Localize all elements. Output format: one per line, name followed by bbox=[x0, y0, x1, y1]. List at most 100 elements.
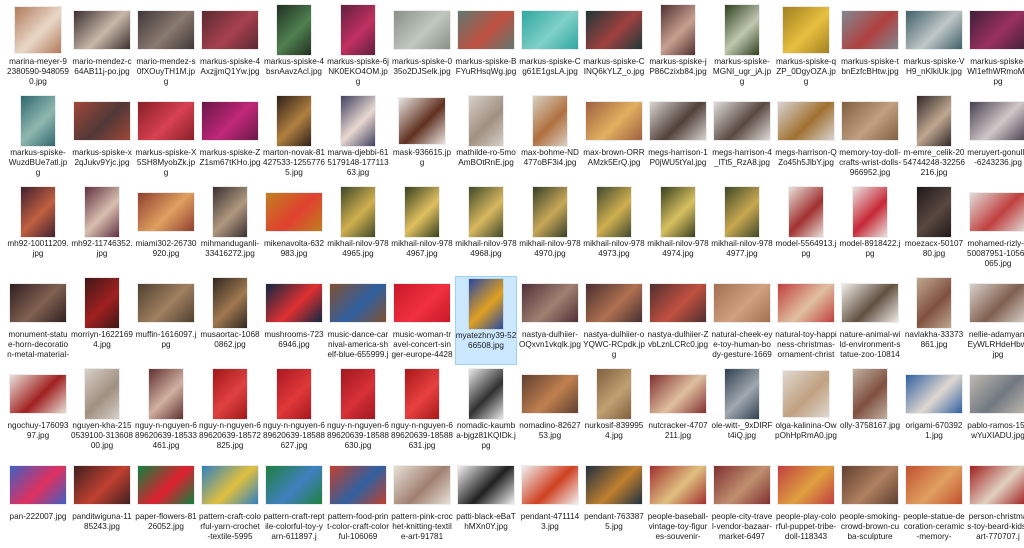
file-item[interactable]: megs-harrison-1P0jWU5tYal.jpg bbox=[647, 94, 709, 183]
file-item[interactable]: mikhail-nilov-9784968.jpg bbox=[455, 185, 517, 274]
file-item[interactable]: markus-spiske-tbnEzfcBHtw.jpg bbox=[839, 3, 901, 92]
file-item[interactable]: nellie-adamyan-EyWLRHdeHbw.jpg bbox=[967, 276, 1024, 365]
file-item[interactable]: miami302-26730920.jpg bbox=[135, 185, 197, 274]
file-item[interactable]: ngochuy-17609397.jpg bbox=[7, 367, 69, 456]
file-item[interactable]: markus-spiske-WuzdBUe7atl.jpg bbox=[7, 94, 69, 183]
thumbnail-frame bbox=[969, 4, 1024, 56]
file-item[interactable]: myatezhny39-5266508.jpg bbox=[455, 276, 517, 365]
file-item[interactable]: markus-spiske-ZZ1sm67tKHo.jpg bbox=[199, 94, 261, 183]
file-item[interactable]: natural-cheek-eye-toy-human-body-gesture… bbox=[711, 276, 773, 365]
file-item[interactable]: pattern-pink-crochet-knitting-textile-ar… bbox=[391, 458, 453, 547]
file-item[interactable]: megs-harrison-4_lTt5_RzA8.jpg bbox=[711, 94, 773, 183]
file-item[interactable]: markus-spiske-4bsnAavzAcl.jpg bbox=[263, 3, 325, 92]
file-item[interactable]: markus-spiske-Wl1efhWRmoM.jpg bbox=[967, 3, 1024, 92]
file-item[interactable]: markus-spiske-VH9_nKlkiUk.jpg bbox=[903, 3, 965, 92]
file-item[interactable]: olga-kalinina-OwpOhHpRmA0.jpg bbox=[775, 367, 837, 456]
file-item[interactable]: people-statue-decoration-ceramic-memory- bbox=[903, 458, 965, 547]
file-item[interactable]: nguyen-kha-2150539100-31360800.jpg bbox=[71, 367, 133, 456]
file-item[interactable]: markus-spiske-jP86Czixb84.jpg bbox=[647, 3, 709, 92]
file-item[interactable]: meruyert-gonullu-6243236.jpg bbox=[967, 94, 1024, 183]
file-item[interactable]: megs-harrison-QZo45h5JlbY.jpg bbox=[775, 94, 837, 183]
file-item[interactable]: mikhail-nilov-9784970.jpg bbox=[519, 185, 581, 274]
file-item[interactable]: olly-3758167.jpg bbox=[839, 367, 901, 456]
file-item[interactable]: nastya-dulhiier-oYQWC-RCpdk.jpg bbox=[583, 276, 645, 365]
file-item[interactable]: mihmanduganli-33416272.jpg bbox=[199, 185, 261, 274]
file-item[interactable]: mikhail-nilov-9784965.jpg bbox=[327, 185, 389, 274]
file-item[interactable]: model-5564913.jpg bbox=[775, 185, 837, 274]
file-item[interactable]: nurkosif-8399954.jpg bbox=[583, 367, 645, 456]
file-item[interactable]: mikhail-nilov-9784977.jpg bbox=[711, 185, 773, 274]
file-item[interactable]: markus-spiske-BFYuRHsqWg.jpg bbox=[455, 3, 517, 92]
file-item[interactable]: nomadic-kaumba-bjgz81KQIDk.jpg bbox=[455, 367, 517, 456]
file-item[interactable]: mask-936615.jpg bbox=[391, 94, 453, 183]
file-item[interactable]: nguy-n-nguyen-689620639-18572825.jpg bbox=[199, 367, 261, 456]
file-item[interactable]: natural-toy-happiness-christmas-ornament… bbox=[775, 276, 837, 365]
file-item[interactable]: nastya-dulhiier-OQxvn1vkqlk.jpg bbox=[519, 276, 581, 365]
file-item[interactable]: markus-spiske-X5SH8MyobZk.jpg bbox=[135, 94, 197, 183]
file-item[interactable]: paper-flowers-8126052.jpg bbox=[135, 458, 197, 547]
file-item[interactable]: pattern-craft-reptile-colorful-toy-yarn-… bbox=[263, 458, 325, 547]
file-item[interactable]: nguy-n-nguyen-689620639-18588627.jpg bbox=[263, 367, 325, 456]
file-item[interactable]: mohamed-rizly-150087951-10566065.jpg bbox=[967, 185, 1024, 274]
file-item[interactable]: ole-witt-_9xDIRFt4iQ.jpg bbox=[711, 367, 773, 456]
image-thumbnail bbox=[138, 102, 194, 140]
file-item[interactable]: model-8918422.jpg bbox=[839, 185, 901, 274]
file-item[interactable]: marton-novak-81427533-12557765.jpg bbox=[263, 94, 325, 183]
file-item[interactable]: mikhail-nilov-9784973.jpg bbox=[583, 185, 645, 274]
file-item[interactable]: person-christmas-toy-beard-kids-art-7707… bbox=[967, 458, 1024, 547]
file-item[interactable]: nguy-n-nguyen-689620639-18588630.jpg bbox=[327, 367, 389, 456]
file-item[interactable]: markus-spiske-6jNK0EKO4OM.jpg bbox=[327, 3, 389, 92]
file-item[interactable]: musaortac-10680862.jpg bbox=[199, 276, 261, 365]
file-item[interactable]: nguy-n-nguyen-689620639-18533461.jpg bbox=[135, 367, 197, 456]
file-item[interactable]: markus-spiske-CINQ6kYLZ_o.jpg bbox=[583, 3, 645, 92]
file-item[interactable]: navlakha-33373861.jpg bbox=[903, 276, 965, 365]
file-item[interactable]: monument-statue-horn-decoration-metal-ma… bbox=[7, 276, 69, 365]
file-item[interactable]: patti-black-eBaThMXn0Y.jpg bbox=[455, 458, 517, 547]
file-name: paper-flowers-8126052.jpg bbox=[135, 512, 197, 531]
file-item[interactable]: people-city-travel-vendor-bazaar-market-… bbox=[711, 458, 773, 547]
file-item[interactable]: markus-spiske-x2qJukv9Yjc.jpg bbox=[71, 94, 133, 183]
file-item[interactable]: marina-meyer-92380590-9480590.jpg bbox=[7, 3, 69, 92]
file-item[interactable]: nature-animal-wild-environment-statue-zo… bbox=[839, 276, 901, 365]
file-item[interactable]: music-dance-carnival-america-shelf-blue-… bbox=[327, 276, 389, 365]
file-item[interactable]: memory-toy-doll-crafts-wrist-dolls-96695… bbox=[839, 94, 901, 183]
file-item[interactable]: nomadino-8262753.jpg bbox=[519, 367, 581, 456]
file-item[interactable]: pablo-ramos-15xwYuXIADU.jpg bbox=[967, 367, 1024, 456]
file-item[interactable]: muffin-1616097.jpg bbox=[135, 276, 197, 365]
file-item[interactable]: nguy-n-nguyen-689620639-18588631.jpg bbox=[391, 367, 453, 456]
file-item[interactable]: mario-mendez-s0fXOuyTH1M.jpg bbox=[135, 3, 197, 92]
file-item[interactable]: pan-222007.jpg bbox=[7, 458, 69, 547]
file-item[interactable]: mikhail-nilov-9784974.jpg bbox=[647, 185, 709, 274]
file-item[interactable]: markus-spiske-qZP_0DgyOZA.jpg bbox=[775, 3, 837, 92]
thumbnail-frame bbox=[777, 4, 835, 56]
file-item[interactable]: moezacx-5010780.jpg bbox=[903, 185, 965, 274]
file-item[interactable]: markus-spiske-Cg61E1gsLA.jpg bbox=[519, 3, 581, 92]
file-item[interactable]: marwa-djebbi-615179148-17711363.jpg bbox=[327, 94, 389, 183]
file-item[interactable]: markus-spiske-MGNI_ugr_jA.jpg bbox=[711, 3, 773, 92]
file-item[interactable]: mh92-10011209.jpg bbox=[7, 185, 69, 274]
file-item[interactable]: pendant-4711143.jpg bbox=[519, 458, 581, 547]
file-item[interactable]: mh92-11746352.jpg bbox=[71, 185, 133, 274]
file-item[interactable]: people-smoking-crowd-brown-cuba-sculptur… bbox=[839, 458, 901, 547]
file-item[interactable]: m-emre_celik-2054744248-32256216.jpg bbox=[903, 94, 965, 183]
file-item[interactable]: panditwiguna-1185243.jpg bbox=[71, 458, 133, 547]
file-item[interactable]: nastya-dulhiier-ZvbLznLCRc0.jpg bbox=[647, 276, 709, 365]
file-item[interactable]: mathilde-ro-5moAmBOtRnE.jpg bbox=[455, 94, 517, 183]
file-item[interactable]: pattern-craft-colorful-yarn-crochet-text… bbox=[199, 458, 261, 547]
file-item[interactable]: max-bohme-ND477oBF3i4.jpg bbox=[519, 94, 581, 183]
file-item[interactable]: mushrooms-7236946.jpg bbox=[263, 276, 325, 365]
file-item[interactable]: people-baseball-vintage-toy-figures-souv… bbox=[647, 458, 709, 547]
file-item[interactable]: people-play-colorful-puppet-tribe-doll-1… bbox=[775, 458, 837, 547]
file-item[interactable]: markus-spiske-4AxzjjmQ1Yw.jpg bbox=[199, 3, 261, 92]
file-item[interactable]: mario-mendez-c64AB11j-po.jpg bbox=[71, 3, 133, 92]
file-item[interactable]: markus-spiske-035o2DJSelk.jpg bbox=[391, 3, 453, 92]
file-item[interactable]: pendant-7633875.jpg bbox=[583, 458, 645, 547]
file-item[interactable]: mikenavolta-632983.jpg bbox=[263, 185, 325, 274]
file-item[interactable]: origami-6703921.jpg bbox=[903, 367, 965, 456]
file-item[interactable]: nutcracker-4707211.jpg bbox=[647, 367, 709, 456]
file-item[interactable]: mikhail-nilov-9784967.jpg bbox=[391, 185, 453, 274]
file-item[interactable]: music-woman-travel-concert-singer-europe… bbox=[391, 276, 453, 365]
file-item[interactable]: pattern-food-print-color-craft-colorful-… bbox=[327, 458, 389, 547]
file-item[interactable]: max-brown-ORRAMzk5ErQ.jpg bbox=[583, 94, 645, 183]
file-item[interactable]: morriyn-16221694.jpg bbox=[71, 276, 133, 365]
